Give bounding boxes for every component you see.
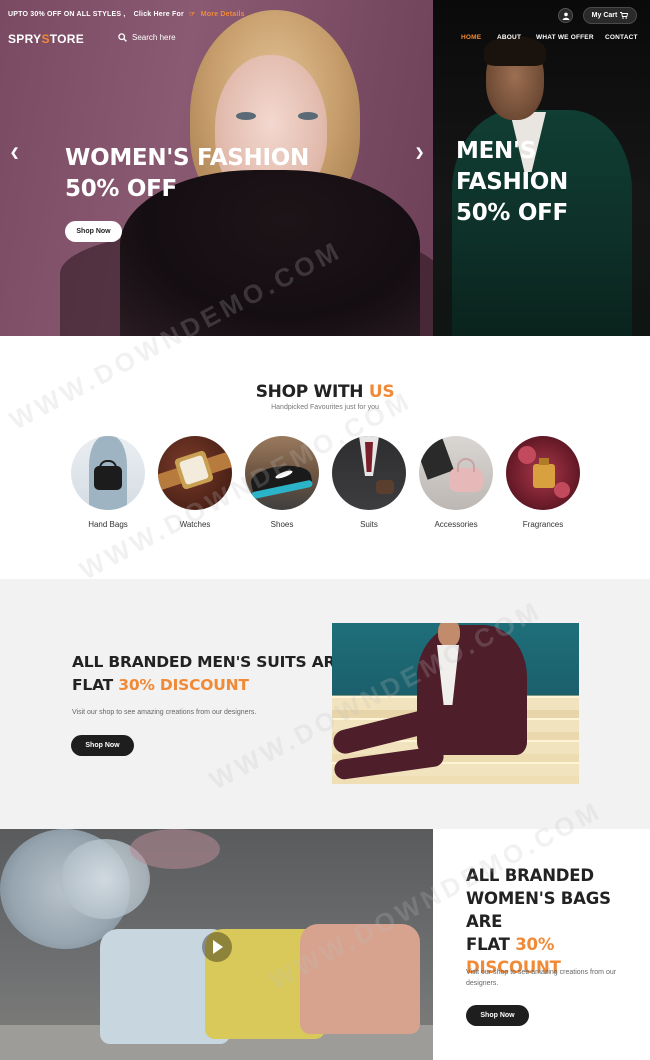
account-button[interactable] — [558, 8, 573, 23]
cart-icon — [620, 12, 629, 19]
suits-banner-line1: ALL BRANDED MEN'S SUITS ARE — [72, 653, 346, 671]
bags-banner-line3: FLAT — [466, 935, 510, 954]
pointing-hand-icon: ☞ — [189, 11, 196, 18]
accessories-photo — [419, 436, 493, 510]
category-label: Accessories — [434, 520, 478, 529]
suits-shop-now-button[interactable]: Shop Now — [71, 735, 134, 756]
handbag-photo — [71, 436, 145, 510]
hero-women-line1: WOMEN'S FASHION — [65, 145, 309, 171]
hero-women-title: WOMEN'S FASHION 50% OFF — [65, 143, 309, 205]
suits-banner-line2: FLAT — [72, 676, 114, 694]
suits-banner-discount: 30% DISCOUNT — [118, 676, 249, 694]
category-accessories[interactable]: Accessories — [419, 436, 493, 529]
promo-text: UPTO 30% OFF ON ALL STYLES , — [8, 11, 126, 18]
category-label: Suits — [360, 520, 378, 529]
nav-home[interactable]: HOME — [461, 34, 481, 41]
promo-bar: UPTO 30% OFF ON ALL STYLES , Click Here … — [8, 10, 245, 18]
fragrance-photo — [506, 436, 580, 510]
cart-label: My Cart — [591, 12, 618, 19]
main-nav: HOME ABOUT WHAT WE OFFER CONTACT — [0, 34, 650, 46]
suits-banner-copy: Visit our shop to see amazing creations … — [72, 709, 257, 716]
woman-eye — [236, 112, 256, 120]
category-label: Fragrances — [522, 520, 564, 529]
bags-copy-line1: Visit our shop to see amazing creations … — [466, 969, 617, 976]
hero-shop-now-button[interactable]: Shop Now — [65, 221, 122, 242]
category-fragrances[interactable]: Fragrances — [506, 436, 580, 529]
category-hand-bags[interactable]: Hand Bags — [71, 436, 145, 529]
video-play-icon[interactable] — [202, 932, 232, 962]
nav-contact[interactable]: CONTACT — [605, 34, 638, 41]
promo-click-text: Click Here For — [133, 11, 184, 18]
cart-button[interactable]: My Cart — [583, 7, 637, 24]
nav-what-we-offer[interactable]: WHAT WE OFFER — [536, 34, 594, 41]
bags-shop-now-button[interactable]: Shop Now — [466, 1005, 529, 1026]
hero-women-line2: 50% OFF — [65, 176, 177, 202]
hero-men-title: MEN'S FASHION 50% OFF — [456, 136, 650, 229]
shop-section-subtitle: Handpicked Favourites just for you — [271, 404, 379, 411]
shop-title-main: SHOP WITH — [255, 382, 364, 402]
promo-details-link[interactable]: More Details — [201, 11, 245, 18]
slider-prev-icon[interactable]: ❮ — [10, 146, 19, 159]
nav-about[interactable]: ABOUT — [497, 34, 521, 41]
woman-eye — [298, 112, 318, 120]
hero-men-line1: MEN'S FASHION — [456, 138, 568, 195]
bags-banner-line2: WOMEN'S BAGS ARE — [466, 889, 611, 931]
category-label: Shoes — [270, 520, 294, 529]
hero-men-line2: 50% OFF — [456, 200, 568, 226]
bags-copy-line2: designers. — [466, 980, 499, 987]
user-icon — [562, 12, 570, 20]
bags-banner-copy: Visit our shop to see amazing creations … — [466, 967, 616, 989]
bags-banner-percent: 30% — [515, 935, 555, 954]
slider-next-icon[interactable]: ❯ — [415, 146, 424, 159]
suits-banner-title: ALL BRANDED MEN'S SUITS ARE FLAT 30% DIS… — [72, 651, 346, 697]
